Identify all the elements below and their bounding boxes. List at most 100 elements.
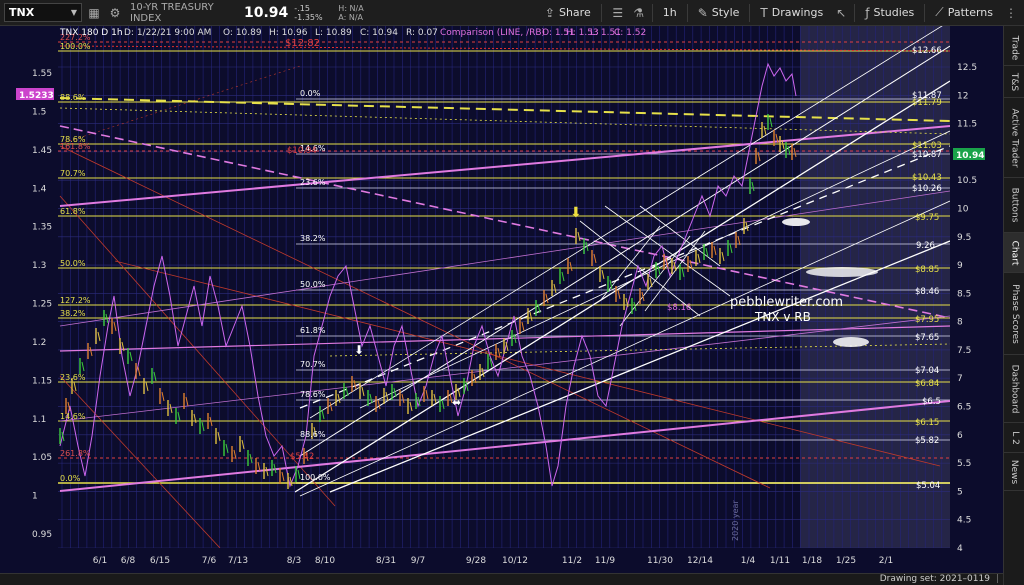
flask-icon[interactable]: ⚗ — [630, 4, 648, 22]
legend-cmp-close: C: 1.52 — [614, 28, 646, 38]
x-axis-tick: 6/8 — [121, 556, 136, 566]
svg-text:10.94: 10.94 — [956, 151, 984, 161]
kebab-icon[interactable]: ⋮ — [1002, 4, 1020, 22]
right-axis-tick: 7.5 — [957, 346, 971, 356]
fib-left-label: 61.8% — [60, 207, 86, 216]
fib-left-label: 0.0% — [60, 474, 81, 483]
cursor-icon[interactable]: ↖ — [832, 4, 850, 22]
studies-button[interactable]: ƒ Studies — [859, 2, 920, 24]
tab-phase-scores[interactable]: Phase Scores — [1004, 273, 1024, 355]
tab-trade[interactable]: Trade — [1004, 30, 1024, 66]
tab-buttons[interactable]: Buttons — [1004, 178, 1024, 233]
right-axis-tick: 8 — [957, 318, 963, 328]
tab-chart[interactable]: Chart — [1004, 233, 1024, 273]
tab-active-trader[interactable]: Active Trader — [1004, 98, 1024, 178]
right-axis-tick: 8.5 — [957, 289, 971, 299]
right-axis-tick: 5.5 — [957, 459, 971, 469]
tab-time-and-sales[interactable]: T&S — [1004, 66, 1024, 98]
tab-dashboard[interactable]: Dashboard — [1004, 355, 1024, 423]
fib-right-label: 23.6% — [300, 178, 326, 187]
fib-right-label: 61.8% — [300, 326, 326, 335]
tab-news[interactable]: News — [1004, 453, 1024, 491]
symbol-input[interactable]: TNX ▼ — [4, 3, 82, 22]
legend-close: C: 10.94 — [360, 28, 398, 38]
price-level-label: $8.16 — [667, 303, 691, 313]
x-axis-tick: 8/31 — [376, 556, 396, 566]
patterns-button[interactable]: ⟋ Patterns — [929, 2, 999, 24]
fib-right-label: 100.0% — [300, 473, 331, 482]
down-arrow-yellow: ⬇ — [570, 205, 582, 221]
share-icon: ⇪ — [544, 5, 555, 20]
symbol-description: 10-YR TREASURY INDEX — [130, 1, 214, 24]
left-axis-tick: 1.55 — [32, 69, 52, 79]
price-level-label: $5.82 — [915, 436, 939, 446]
gear-icon[interactable]: ⚙ — [106, 4, 124, 22]
x-axis-tick: 11/2 — [562, 556, 582, 566]
status-bar: Drawing set: 2021–0119 | — [0, 573, 1003, 585]
right-axis-tick: 7 — [957, 374, 963, 384]
price-level-label: $7.04 — [915, 366, 939, 376]
x-axis-tick: 1/4 — [741, 556, 756, 566]
left-axis-tick: 1.5 — [32, 107, 46, 117]
divider-icon: | — [995, 574, 999, 584]
drawing-set-selector[interactable]: Drawing set: 2021–0119 | — [880, 574, 999, 585]
current-comparison-tag: 1.5233 — [16, 88, 54, 101]
chart-area[interactable]: 2020 year ⬇ ⬇ ⬌ pebblewriter.com TNX v R… — [0, 26, 1003, 573]
legend-comparison: Comparison (LINE, /RB) — [440, 28, 545, 38]
list-icon[interactable]: ☰ — [609, 4, 627, 22]
x-axis-tick: 8/3 — [287, 556, 301, 566]
year-marker: 2020 year — [731, 500, 740, 541]
right-axis-tick: 12 — [957, 91, 968, 101]
right-axis-tick: 12.5 — [957, 63, 977, 73]
price-chart[interactable]: 2020 year ⬇ ⬇ ⬌ pebblewriter.com TNX v R… — [0, 26, 1003, 573]
fib-left-label: 161.8% — [60, 142, 91, 151]
price-level-label: $10.26 — [912, 184, 942, 194]
style-button[interactable]: ✎ Style — [692, 2, 746, 24]
x-axis-tick: 7/13 — [228, 556, 248, 566]
right-axis-tick: 4 — [957, 544, 963, 554]
tab-level-2[interactable]: L 2 — [1004, 423, 1024, 453]
fib-left-label: 88.6% — [60, 93, 86, 102]
x-axis-tick: 9/7 — [411, 556, 425, 566]
legend-open: O: 10.89 — [223, 28, 262, 38]
studies-icon: ƒ — [865, 5, 870, 20]
price-level-label: $8.85 — [915, 265, 939, 275]
price-level-label: $7.65 — [915, 333, 939, 343]
chevron-down-icon[interactable]: ▼ — [71, 8, 77, 17]
interval-button[interactable]: 1h — [657, 2, 683, 24]
highlight-oval-3 — [833, 337, 869, 347]
ruler-icon: T — [760, 5, 768, 20]
side-panel: Trade T&S Active Trader Buttons Chart Ph… — [1003, 26, 1024, 585]
drawings-button[interactable]: T Drawings — [754, 2, 829, 24]
price-level-label: $9.75 — [915, 213, 939, 223]
net-change: -.15 -1.35% — [294, 3, 323, 22]
fib-right-label: 70.7% — [300, 360, 326, 369]
share-button[interactable]: ⇪ Share — [539, 2, 597, 24]
price-level-label: $12.66 — [912, 46, 942, 56]
grid-icon[interactable]: ▦ — [85, 4, 103, 22]
x-axis-tick: 2/1 — [879, 556, 893, 566]
fib-right-label: 38.2% — [300, 234, 326, 243]
right-axis-tick: 10 — [957, 204, 969, 214]
left-axis-tick: 1 — [32, 492, 38, 502]
right-axis-tick: 5 — [957, 487, 963, 497]
price-level-label: $10.94 — [287, 146, 317, 156]
price-level-label: $7.95 — [915, 315, 939, 325]
x-axis-tick: 7/6 — [202, 556, 217, 566]
fib-left-label: 50.0% — [60, 259, 86, 268]
left-axis-tick: 1.05 — [32, 453, 52, 463]
fib-right-label: 50.0% — [300, 280, 326, 289]
watermark-title: TNX v RB — [754, 310, 811, 324]
price-level-label: $6.84 — [915, 379, 939, 389]
left-axis-tick: 1.1 — [32, 415, 46, 425]
fib-right-label: 78.6% — [300, 390, 326, 399]
fib-left-label: 100.0% — [60, 42, 91, 51]
legend-low: L: 10.89 — [315, 28, 352, 38]
left-axis-tick: 1.3 — [32, 261, 46, 271]
price-level-label: $6.15 — [915, 418, 939, 428]
right-axis-tick: 10.5 — [957, 176, 977, 186]
price-level-label: $6.5 — [922, 397, 941, 407]
left-axis-tick: 1.35 — [32, 223, 52, 233]
x-axis-tick: 1/18 — [802, 556, 822, 566]
x-axis-tick: 10/12 — [502, 556, 528, 566]
